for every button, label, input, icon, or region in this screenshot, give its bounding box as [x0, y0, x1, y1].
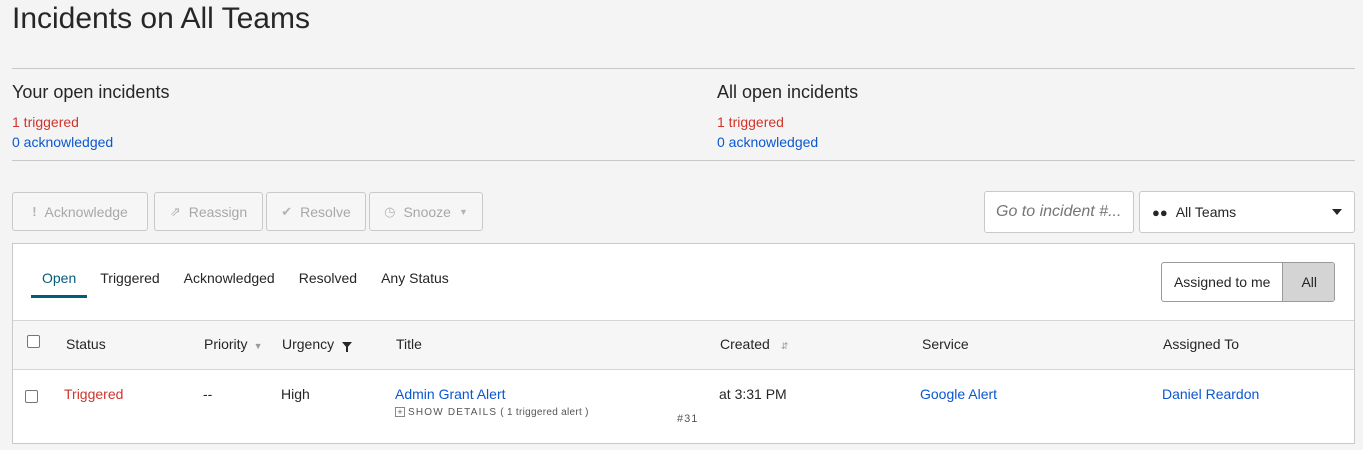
table-row: Triggered -- High Admin Grant Alert + SHO… — [13, 370, 1354, 444]
your-open-incidents-title: Your open incidents — [12, 82, 170, 102]
assigned-to-me-button[interactable]: Assigned to me — [1162, 263, 1282, 301]
page-title: Incidents on All Teams — [12, 2, 310, 35]
incident-priority[interactable]: -- — [203, 386, 212, 402]
resolve-button[interactable]: ✔ Resolve — [266, 192, 366, 231]
tab-open[interactable]: Open — [31, 270, 88, 298]
filter-icon[interactable] — [342, 342, 353, 353]
incident-assignee-link[interactable]: Daniel Reardon — [1162, 386, 1259, 402]
incident-service-link[interactable]: Google Alert — [920, 386, 997, 402]
row-checkbox[interactable] — [25, 390, 38, 403]
resolve-label: Resolve — [300, 203, 351, 220]
column-assigned-to[interactable]: Assigned To — [1163, 336, 1239, 352]
column-created-label: Created — [720, 336, 770, 352]
acknowledge-label: Acknowledge — [44, 203, 128, 220]
all-acknowledged-link[interactable]: 0 acknowledged — [717, 132, 858, 152]
reassign-label: Reassign — [188, 203, 248, 220]
all-open-incidents-title: All open incidents — [717, 82, 859, 102]
snooze-button[interactable]: ◷ Snooze ▼ — [369, 192, 483, 231]
share-icon: ⇗ — [169, 203, 181, 219]
incident-search-input[interactable] — [984, 191, 1134, 233]
table-header: Status Priority ▼ Urgency Title Created ⇵ … — [13, 320, 1354, 370]
incident-number: #31 — [677, 413, 699, 425]
show-details-toggle[interactable]: + SHOW DETAILS( 1 triggered alert ) — [395, 407, 589, 418]
tab-acknowledged[interactable]: Acknowledged — [173, 270, 286, 298]
caret-down-icon — [1332, 209, 1342, 215]
column-service[interactable]: Service — [922, 336, 969, 352]
clock-icon: ◷ — [384, 203, 396, 219]
alert-count: ( 1 triggered alert ) — [500, 407, 589, 418]
sort-icon: ⇵ — [780, 341, 789, 351]
status-tabs: Open Triggered Acknowledged Resolved Any… — [31, 270, 462, 298]
snooze-label: Snooze — [403, 203, 451, 220]
team-select-value: All Teams — [1175, 204, 1237, 220]
column-title[interactable]: Title — [396, 336, 422, 352]
incident-title-link[interactable]: Admin Grant Alert — [395, 386, 506, 402]
check-icon: ✔ — [281, 203, 293, 219]
column-priority[interactable]: Priority ▼ — [204, 336, 262, 352]
column-urgency[interactable]: Urgency — [282, 336, 353, 353]
caret-down-icon: ▼ — [458, 206, 468, 217]
tab-any-status[interactable]: Any Status — [370, 270, 460, 298]
your-triggered-link[interactable]: 1 triggered — [12, 112, 169, 132]
column-urgency-label: Urgency — [282, 336, 335, 352]
column-priority-label: Priority — [204, 336, 248, 352]
all-open-incidents: All open incidents 1 triggered 0 acknowl… — [717, 82, 858, 152]
exclamation-icon: ! — [32, 204, 37, 219]
select-all-checkbox[interactable] — [27, 335, 40, 348]
tab-triggered[interactable]: Triggered — [89, 270, 170, 298]
column-created[interactable]: Created ⇵ — [720, 336, 788, 352]
reassign-button[interactable]: ⇗ Reassign — [154, 192, 263, 231]
team-select[interactable]: ●● All Teams — [1139, 191, 1355, 233]
divider — [12, 68, 1355, 69]
incident-urgency: High — [281, 386, 310, 402]
all-assignees-button[interactable]: All — [1282, 263, 1334, 301]
incident-created: at 3:31 PM — [719, 386, 787, 402]
all-triggered-link[interactable]: 1 triggered — [717, 112, 858, 132]
your-acknowledged-link[interactable]: 0 acknowledged — [12, 132, 169, 152]
acknowledge-button[interactable]: ! Acknowledge — [12, 192, 148, 231]
incidents-panel: Open Triggered Acknowledged Resolved Any… — [12, 243, 1355, 444]
your-open-incidents: Your open incidents 1 triggered 0 acknow… — [12, 82, 169, 152]
column-status[interactable]: Status — [66, 336, 106, 352]
assignment-toggle: Assigned to me All — [1160, 262, 1335, 302]
sort-down-icon: ▼ — [253, 341, 263, 351]
plus-icon: + — [395, 407, 405, 417]
people-icon: ●● — [1152, 204, 1168, 220]
incident-status: Triggered — [64, 386, 124, 402]
tab-resolved[interactable]: Resolved — [288, 270, 368, 298]
divider — [12, 160, 1355, 161]
show-details-label: SHOW DETAILS — [408, 407, 498, 418]
